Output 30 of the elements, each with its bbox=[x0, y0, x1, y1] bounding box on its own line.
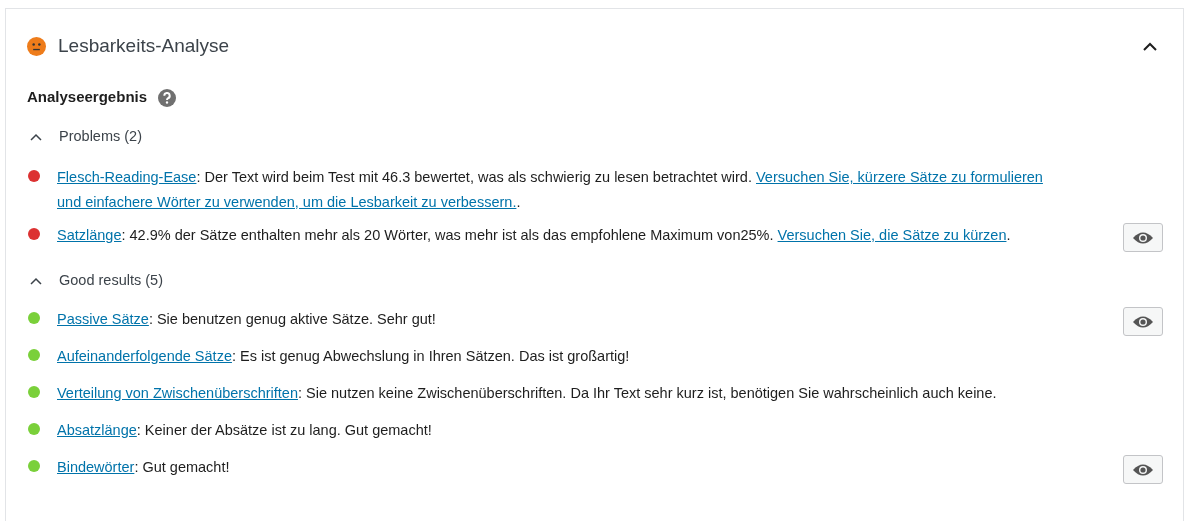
highlight-button[interactable] bbox=[1123, 455, 1163, 484]
result-text: Satzlänge: 42.9% der Sätze enthalten mehr als 20 Wörter, was mehr ist als das empfohlene Maximum von25%. Versuchen Sie, die Sätze zu kürzen. bbox=[57, 226, 1012, 245]
highlight-button[interactable] bbox=[1123, 223, 1163, 252]
result-link[interactable]: Verteilung von Zwischenüberschriften bbox=[57, 385, 298, 401]
result-link[interactable]: und einfachere Wörter zu verwenden, um die Lesbarkeit zu verbessern. bbox=[57, 194, 517, 210]
result-text: Verteilung von Zwischenüberschriften: Sie nutzen keine Zwischenüberschriften. Da Ihr Text sehr kurz ist, benötigen Sie wahrscheinlich auch keine. bbox=[57, 384, 998, 403]
eye-icon bbox=[1132, 230, 1154, 245]
results-heading: Analyseergebnis bbox=[27, 87, 148, 108]
result-text: Absatzlänge: Keiner der Absätze ist zu lang. Gut gemacht! bbox=[57, 421, 433, 440]
neutral-face-icon bbox=[27, 37, 46, 56]
eye-icon bbox=[1132, 314, 1154, 329]
group-toggle[interactable]: Good results (5) bbox=[59, 269, 163, 292]
help-icon[interactable] bbox=[158, 88, 177, 107]
collapse-chevron-icon[interactable] bbox=[1143, 42, 1157, 51]
result-link[interactable]: Bindewörter bbox=[57, 459, 135, 475]
panel-title: Lesbarkeits-Analyse bbox=[58, 34, 230, 59]
result-link[interactable]: Versuchen Sie, kürzere Sätze zu formulieren bbox=[756, 169, 1043, 185]
result-text: Flesch-Reading-Ease: Der Text wird beim Test mit 46.3 bewertet, was als schwierig zu lesen betrachtet wird. Versuchen Sie, kürzere Sätze zu formulieren und einfachere Wörter zu verwenden, um die Lesbarkeit zu verbessern.. bbox=[57, 168, 1044, 212]
result-link[interactable]: Flesch-Reading-Ease bbox=[57, 169, 197, 185]
result-text: Passive Sätze: Sie benutzen genug aktive Sätze. Sehr gut! bbox=[57, 310, 437, 329]
result-text: Bindewörter: Gut gemacht! bbox=[57, 458, 231, 477]
result-link[interactable]: Aufeinanderfolgende Sätze bbox=[57, 348, 232, 364]
result-link[interactable]: Versuchen Sie, die Sätze zu kürzen bbox=[777, 227, 1007, 243]
result-text: Aufeinanderfolgende Sätze: Es ist genug Abwechslung in Ihren Sätzen. Das ist großartig! bbox=[57, 347, 631, 366]
eye-icon bbox=[1132, 462, 1154, 477]
group-toggle[interactable]: Problems (2) bbox=[59, 125, 142, 148]
highlight-button[interactable] bbox=[1123, 307, 1163, 336]
result-link[interactable]: Absatzlänge bbox=[57, 422, 137, 438]
result-link[interactable]: Passive Sätze bbox=[57, 311, 149, 327]
result-link[interactable]: Satzlänge bbox=[57, 227, 122, 243]
